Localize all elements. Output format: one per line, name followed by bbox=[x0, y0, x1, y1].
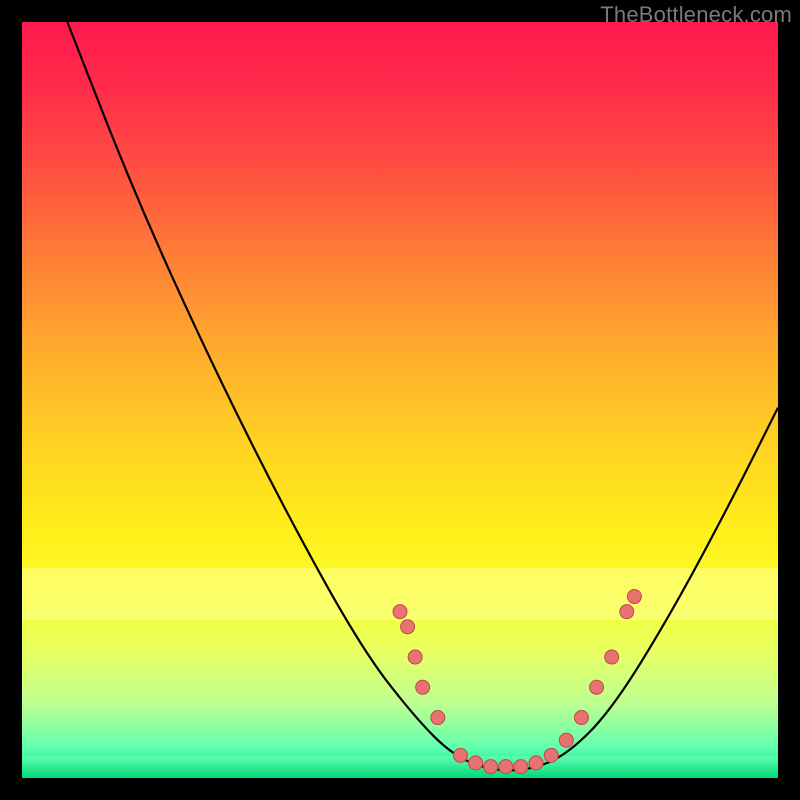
marker-dot bbox=[408, 650, 422, 664]
marker-dot bbox=[590, 680, 604, 694]
marker-dot bbox=[627, 590, 641, 604]
marker-dot bbox=[499, 760, 513, 774]
marker-dot bbox=[544, 748, 558, 762]
marker-dot bbox=[416, 680, 430, 694]
chart-svg bbox=[22, 22, 778, 778]
marker-group bbox=[393, 590, 641, 774]
marker-dot bbox=[559, 733, 573, 747]
marker-dot bbox=[393, 605, 407, 619]
bottleneck-curve bbox=[67, 22, 778, 770]
marker-dot bbox=[484, 760, 498, 774]
marker-dot bbox=[401, 620, 415, 634]
marker-dot bbox=[605, 650, 619, 664]
marker-dot bbox=[620, 605, 634, 619]
marker-dot bbox=[514, 760, 528, 774]
attribution-label: TheBottleneck.com bbox=[600, 2, 792, 28]
marker-dot bbox=[574, 711, 588, 725]
marker-dot bbox=[529, 756, 543, 770]
marker-dot bbox=[469, 756, 483, 770]
marker-dot bbox=[453, 748, 467, 762]
marker-dot bbox=[431, 711, 445, 725]
